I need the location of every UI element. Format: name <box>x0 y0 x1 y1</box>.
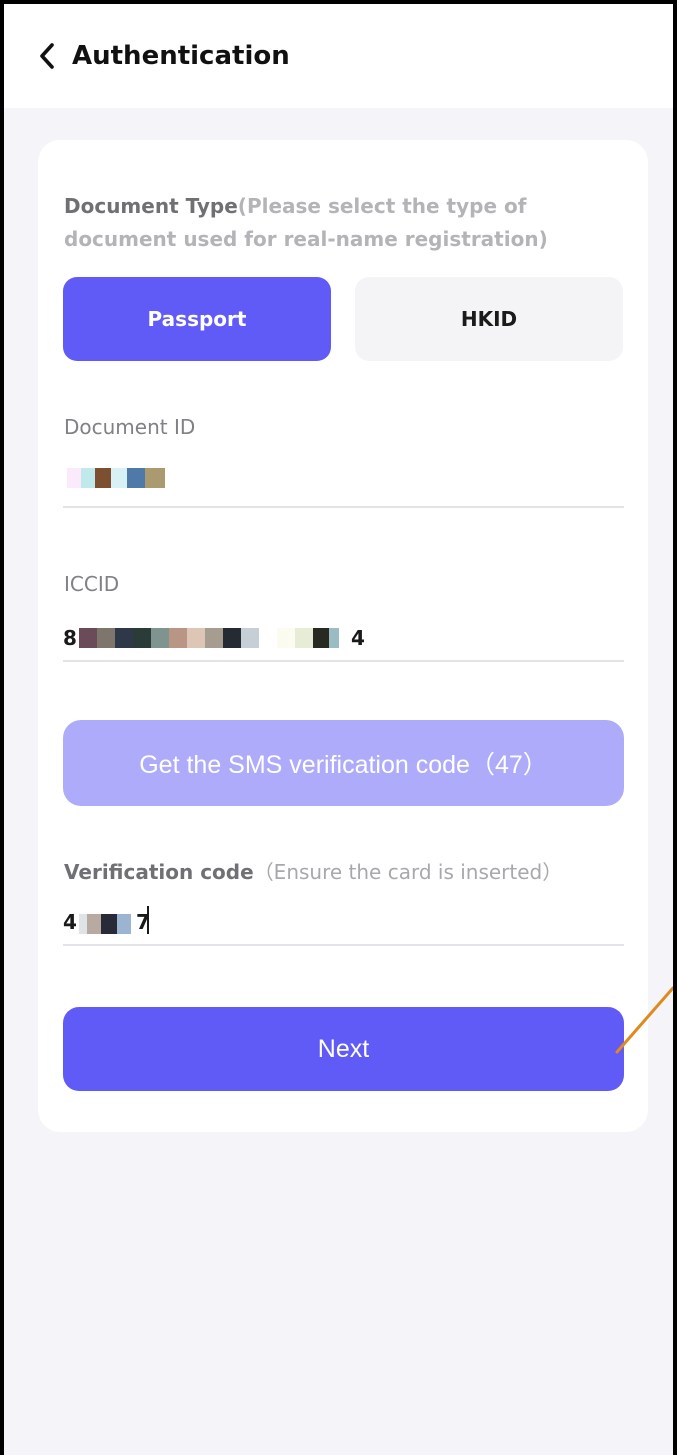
text-cursor <box>147 906 149 934</box>
chevron-left-icon <box>40 43 54 69</box>
verification-code-masked-value <box>79 914 131 934</box>
get-sms-code-button[interactable]: Get the SMS verification code（47） <box>63 720 624 806</box>
page-title: Authentication <box>72 41 290 71</box>
verification-code-hint: （Ensure the card is inserted） <box>253 860 563 884</box>
iccid-suffix: 4 <box>351 626 365 650</box>
document-id-input[interactable] <box>63 466 624 508</box>
document-id-masked-value <box>67 468 165 488</box>
verification-code-label: Verification code（Ensure the card is ins… <box>64 856 562 885</box>
iccid-label: ICCID <box>64 572 120 596</box>
verification-code-input[interactable]: 4 7 <box>63 904 624 946</box>
verification-code-label-text: Verification code <box>64 860 254 884</box>
top-bar: Authentication <box>4 4 673 108</box>
document-type-label-text: Document Type <box>64 194 238 218</box>
document-type-passport-button[interactable]: Passport <box>63 277 331 361</box>
app-frame: Authentication Document Type(Please sele… <box>0 0 677 1455</box>
document-type-label: Document Type(Please select the type of … <box>64 190 624 256</box>
document-type-hkid-button[interactable]: HKID <box>355 277 623 361</box>
iccid-prefix: 8 <box>63 626 77 650</box>
iccid-input[interactable]: 8 4 <box>63 620 624 662</box>
authentication-form-card: Document Type(Please select the type of … <box>38 140 648 1132</box>
next-button[interactable]: Next <box>63 1007 624 1091</box>
iccid-masked-value <box>79 628 339 648</box>
back-button[interactable] <box>34 40 62 72</box>
document-id-label: Document ID <box>64 415 196 439</box>
verification-code-prefix: 4 <box>63 910 77 934</box>
